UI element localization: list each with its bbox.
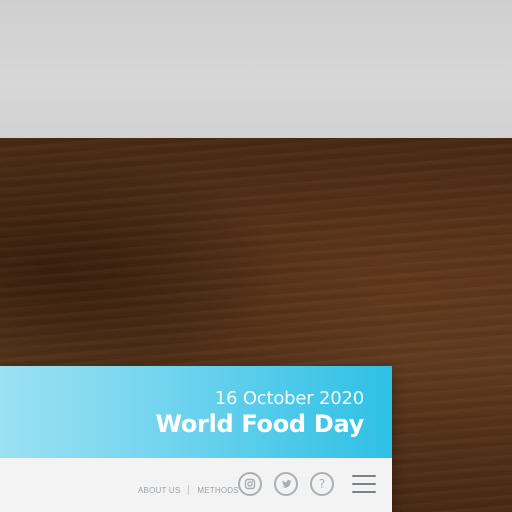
nav-link-methods[interactable]: METHODS <box>197 486 238 495</box>
twitter-glyph <box>281 480 291 488</box>
menu-line <box>352 491 376 493</box>
menu-line <box>352 475 376 477</box>
hero-banner: 16 October 2020 World Food Day <box>0 366 392 458</box>
menu-line <box>352 483 376 485</box>
help-icon[interactable]: ? <box>310 472 334 496</box>
nav-links: ABOUT US METHODS <box>138 485 239 495</box>
event-title: World Food Day <box>155 410 365 438</box>
instagram-glyph <box>244 478 256 490</box>
question-mark: ? <box>318 477 326 491</box>
twitter-icon[interactable] <box>274 472 298 496</box>
photo-scene: 16 October 2020 World Food Day ABOUT US … <box>0 0 512 512</box>
menu-icon[interactable] <box>352 475 376 493</box>
nav-icons: ? <box>238 472 376 496</box>
instagram-icon[interactable] <box>238 472 262 496</box>
event-date: 16 October 2020 <box>214 388 364 409</box>
background-wall <box>0 0 512 140</box>
nav-divider <box>188 485 190 495</box>
website-card: 16 October 2020 World Food Day ABOUT US … <box>0 366 392 512</box>
nav-link-about[interactable]: ABOUT US <box>138 486 180 495</box>
bottom-nav: ABOUT US METHODS ? <box>0 458 392 512</box>
